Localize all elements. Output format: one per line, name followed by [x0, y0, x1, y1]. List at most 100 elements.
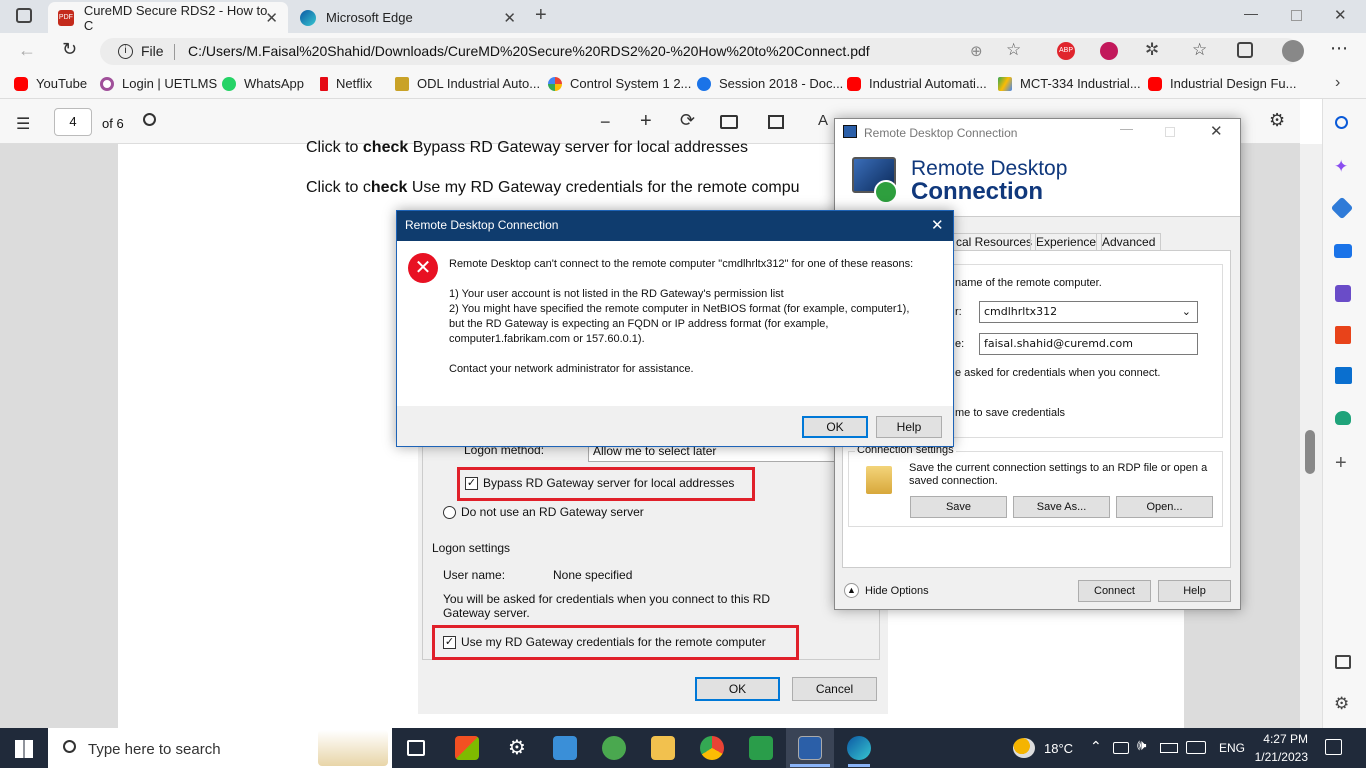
chrome-icon[interactable] — [700, 736, 724, 760]
zoom-in-icon[interactable]: + — [640, 110, 652, 133]
tab-experience[interactable]: Experience — [1030, 233, 1103, 250]
table-of-contents-icon[interactable]: ☰ — [16, 114, 30, 134]
office-icon[interactable] — [1335, 326, 1351, 344]
favorites-icon[interactable]: ☆ — [1192, 40, 1207, 60]
windows-start-icon[interactable] — [15, 740, 33, 758]
zoom-out-icon[interactable]: − — [600, 112, 611, 133]
restore-icon[interactable] — [1291, 10, 1302, 21]
edge-taskbar-icon[interactable] — [847, 736, 871, 760]
task-view-icon[interactable] — [407, 740, 425, 756]
clock-date[interactable]: 1/21/2023 — [1252, 750, 1308, 764]
bookmark-label: YouTube — [36, 76, 88, 91]
drop-icon[interactable] — [1335, 411, 1351, 425]
info-icon: i — [118, 43, 133, 59]
connect-button[interactable]: Connect — [1078, 580, 1151, 602]
bookmark-mct-334[interactable]: MCT-334 Industrial... — [998, 76, 1141, 91]
games-icon[interactable] — [1335, 285, 1351, 302]
search-icon[interactable] — [1335, 116, 1348, 129]
chevron-up-icon[interactable]: ⌃ — [1090, 738, 1102, 755]
minimize-icon[interactable]: — — [1244, 5, 1258, 21]
scrollbar-thumb[interactable] — [1305, 430, 1315, 474]
weather-icon[interactable] — [1013, 738, 1035, 758]
rdc-close-icon[interactable]: ✕ — [1210, 122, 1223, 140]
tab-local-resources[interactable]: cal Resources — [952, 233, 1037, 250]
error-ok-button[interactable]: OK — [802, 416, 868, 438]
error-close-icon[interactable]: ✕ — [931, 216, 944, 234]
save-button[interactable]: Save — [910, 496, 1007, 518]
zoom-icon[interactable]: ⊕ — [970, 42, 983, 60]
profile-avatar[interactable] — [1282, 40, 1304, 62]
bookmark-industrial-automation[interactable]: Industrial Automati... — [847, 76, 987, 91]
save-as-button[interactable]: Save As... — [1013, 496, 1110, 518]
extensions-icon[interactable]: ✲ — [1145, 40, 1159, 60]
open-button[interactable]: Open... — [1116, 496, 1213, 518]
hide-options-toggle[interactable]: ▲ Hide Options — [844, 583, 929, 598]
edge-indicator — [848, 764, 870, 767]
tab-actions-icon[interactable] — [16, 8, 32, 23]
bookmark-industrial-design[interactable]: Industrial Design Fu... — [1148, 76, 1296, 91]
outlook-icon[interactable] — [1335, 367, 1352, 384]
tab-advanced[interactable]: Advanced — [1096, 233, 1162, 250]
chevron-right-icon[interactable]: › — [1335, 74, 1340, 92]
bookmark-netflix[interactable]: Netflix — [320, 76, 372, 91]
network-icon[interactable] — [1113, 742, 1129, 754]
user-name-field[interactable]: faisal.shahid@curemd.com — [979, 333, 1198, 355]
bookmark-session[interactable]: Session 2018 - Doc... — [697, 76, 843, 91]
volume-icon[interactable]: 🕪 — [1137, 737, 1146, 754]
language-indicator[interactable]: ENG — [1219, 741, 1245, 755]
tab-microsoft-edge[interactable]: Microsoft Edge ✕ — [290, 2, 526, 33]
lms-icon — [100, 76, 114, 91]
address-url[interactable]: C:/Users/M.Faisal%20Shahid/Downloads/Cur… — [188, 43, 870, 59]
error-help-button[interactable]: Help — [876, 416, 942, 438]
tab-curemd-pdf[interactable]: PDF CureMD Secure RDS2 - How to C ✕ — [48, 2, 288, 33]
bookmark-control-system[interactable]: Control System 1 2... — [548, 76, 691, 91]
close-window-icon[interactable]: ✕ — [1334, 6, 1347, 24]
file-explorer-icon[interactable] — [651, 736, 675, 760]
discover-icon[interactable]: ✦ — [1334, 157, 1348, 177]
keyboard-icon[interactable] — [1186, 741, 1206, 754]
sidebar-layout-icon[interactable] — [1335, 655, 1351, 669]
youtube-icon — [1148, 76, 1162, 91]
adblock-icon[interactable]: ABP — [1057, 42, 1075, 60]
close-tab-icon[interactable]: ✕ — [503, 9, 516, 27]
fit-page-icon[interactable] — [720, 115, 738, 129]
bookmark-label: ODL Industrial Auto... — [417, 76, 541, 91]
bookmark-odl[interactable]: ODL Industrial Auto... — [395, 76, 540, 91]
search-icon[interactable] — [143, 113, 156, 126]
page-view-icon[interactable] — [768, 115, 784, 129]
new-tab-icon[interactable]: + — [535, 4, 547, 27]
sidebar-settings-icon[interactable]: ⚙ — [1334, 694, 1349, 714]
app-green-icon[interactable] — [749, 736, 773, 760]
page-number-input[interactable]: 4 — [54, 108, 92, 136]
notification-icon[interactable] — [1325, 739, 1342, 755]
clock-time[interactable]: 4:27 PM — [1260, 732, 1308, 746]
site-info[interactable]: i File — [118, 43, 164, 59]
text-run: Click to — [306, 139, 363, 156]
collections-icon[interactable] — [1237, 42, 1253, 58]
store-icon[interactable] — [455, 736, 479, 760]
control-panel-icon[interactable] — [553, 736, 577, 760]
block-extension-icon[interactable] — [1100, 42, 1118, 60]
weather-temp[interactable]: 18°C — [1044, 741, 1073, 756]
bookmark-label: Industrial Automati... — [869, 76, 987, 91]
more-menu-icon[interactable]: ⋯ — [1330, 38, 1348, 59]
back-icon[interactable]: ← — [18, 40, 36, 61]
settings-app-icon[interactable]: ⚙ — [505, 736, 529, 760]
rotate-icon[interactable]: ⟳ — [680, 110, 695, 131]
computer-select[interactable]: cmdlhrltx312 ⌄ — [979, 301, 1198, 323]
add-sidebar-icon[interactable]: + — [1335, 452, 1347, 475]
rdc-help-button[interactable]: Help — [1158, 580, 1231, 602]
close-tab-icon[interactable]: ✕ — [265, 9, 278, 27]
bookmark-uetlms[interactable]: Login | UETLMS — [100, 76, 217, 91]
settings-icon[interactable]: ⚙ — [1269, 110, 1285, 131]
pdf-text-line-2: Click to check Use my RD Gateway credent… — [306, 179, 800, 197]
network-app-icon[interactable] — [602, 736, 626, 760]
tools-icon[interactable] — [1334, 244, 1352, 258]
bookmark-whatsapp[interactable]: WhatsApp — [222, 76, 304, 91]
read-aloud-icon[interactable]: A — [818, 112, 828, 129]
rdc-minimize-icon[interactable]: — — [1120, 121, 1133, 136]
favorite-add-icon[interactable]: ☆ — [1006, 40, 1021, 60]
refresh-icon[interactable]: ↻ — [62, 39, 77, 60]
bookmark-youtube[interactable]: YouTube — [14, 76, 87, 91]
battery-icon[interactable] — [1160, 743, 1178, 753]
